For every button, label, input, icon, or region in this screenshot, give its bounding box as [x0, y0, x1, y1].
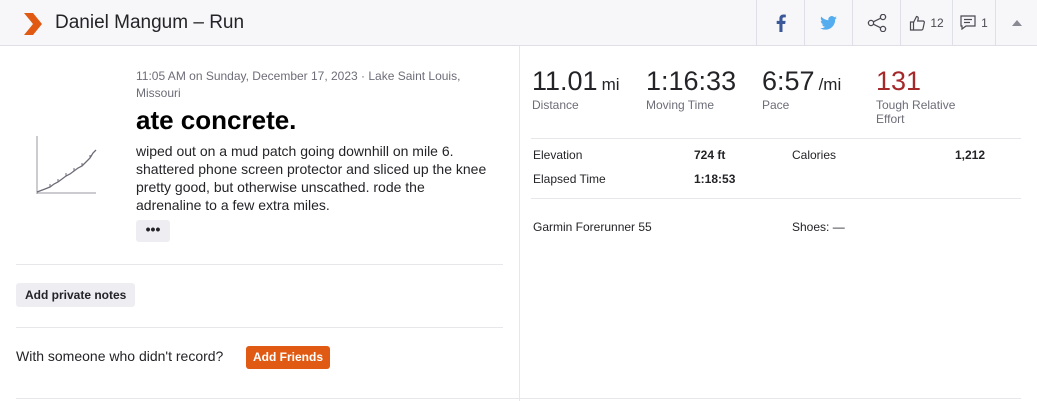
shoes-info: Shoes: — [792, 220, 845, 234]
stat-label: Distance [532, 98, 579, 112]
comment-icon [960, 15, 976, 30]
share-icon [867, 13, 886, 32]
stat-unit: mi [601, 75, 620, 94]
device-name: Garmin Forerunner 55 [533, 220, 652, 234]
activity-title: ate concrete. [136, 105, 297, 135]
elevation-label: Elevation [533, 148, 583, 162]
left-divider [16, 327, 503, 328]
strava-chevron-icon [24, 13, 42, 35]
stat-moving-time: 1:16:33 Moving Time [646, 66, 736, 112]
thumbs-up-icon [910, 15, 926, 31]
facebook-icon [776, 14, 786, 32]
elapsed-time-label: Elapsed Time [533, 172, 606, 186]
calories-label: Calories [792, 148, 837, 162]
stat-label: Moving Time [646, 98, 715, 112]
with-someone-prompt: With someone who didn't record? [16, 348, 224, 364]
left-divider [16, 264, 503, 265]
caret-up-icon [1011, 19, 1022, 26]
twitter-share-button[interactable] [804, 0, 852, 45]
activity-summary: 11:05 AM on Sunday, December 17, 2023 · … [0, 46, 1037, 401]
twitter-icon [820, 15, 837, 30]
activity-header: Daniel Mangum – Run 12 1 [0, 0, 1037, 46]
stat-unit: /mi [818, 75, 842, 94]
bottom-divider [16, 398, 1021, 399]
more-options-button[interactable]: ••• [136, 220, 170, 242]
facebook-share-button[interactable] [756, 0, 804, 45]
activity-date-location: 11:05 AM on Sunday, December 17, 2023 · … [136, 69, 461, 100]
comments-button[interactable]: 1 [952, 0, 995, 45]
activity-thumbnail-chart [36, 136, 97, 194]
stat-value: 6:57 [762, 66, 815, 96]
add-private-notes-button[interactable]: Add private notes [16, 283, 136, 307]
comments-count: 1 [981, 15, 988, 30]
stat-value: 131 [876, 66, 922, 96]
share-button[interactable] [852, 0, 900, 45]
calories-value: 1,212 [955, 148, 986, 162]
activity-header-title: Daniel Mangum – Run [55, 12, 245, 33]
stat-relative-effort[interactable]: 131 Tough Relative Effort [876, 66, 986, 126]
add-friends-button[interactable]: Add Friends [246, 346, 330, 369]
header-actions: 12 1 [756, 0, 1037, 45]
elevation-value: 724 ft [694, 148, 726, 162]
column-divider [519, 46, 520, 401]
right-divider [531, 198, 1021, 199]
right-divider [531, 138, 1021, 139]
elapsed-time-value: 1:18:53 [694, 172, 736, 186]
activity-description: wiped out on a mud patch going downhill … [136, 143, 487, 213]
kudos-count: 12 [930, 15, 944, 30]
kudos-button[interactable]: 12 [900, 0, 952, 45]
stat-label: Tough Relative Effort [876, 98, 956, 126]
stat-value: 1:16:33 [646, 66, 737, 96]
stat-pace: 6:57/mi Pace [762, 66, 841, 112]
stat-value: 11.01 [532, 66, 598, 96]
stat-distance: 11.01 mi Distance [532, 66, 620, 112]
collapse-header-button[interactable] [995, 0, 1037, 45]
stat-label: Pace [762, 98, 790, 112]
